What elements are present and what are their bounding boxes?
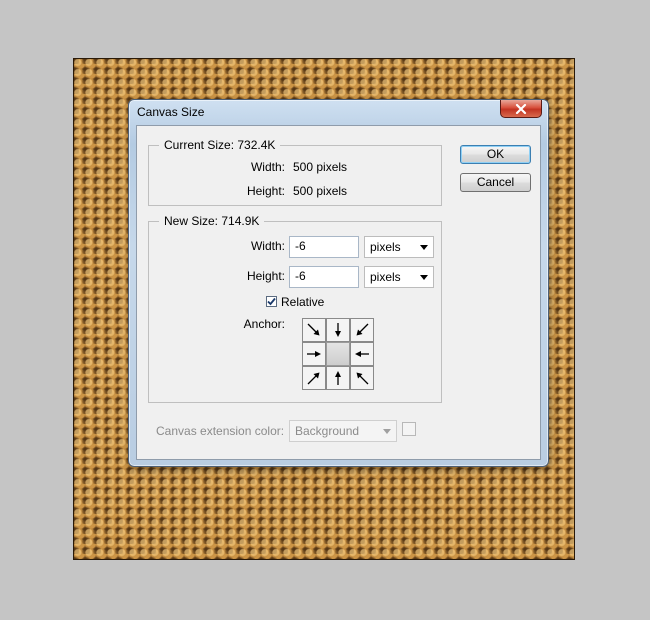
arrow-down-icon	[335, 323, 341, 337]
anchor-bottom-right[interactable]	[350, 366, 374, 390]
close-icon	[515, 103, 527, 114]
arrow-up-right-icon	[307, 372, 320, 385]
new-height-unit-select[interactable]: pixels	[364, 266, 434, 288]
anchor-middle-left[interactable]	[302, 342, 326, 366]
anchor-grid	[302, 318, 374, 390]
new-height-input[interactable]: -6	[289, 266, 359, 288]
extension-color-select[interactable]: Background	[289, 420, 397, 442]
dialog-title: Canvas Size	[137, 105, 205, 119]
checkmark-icon	[267, 297, 276, 306]
arrow-up-icon	[335, 371, 341, 385]
canvas-size-dialog: Canvas Size Current Size: 732.4K Width: …	[128, 99, 549, 467]
extension-color-label: Canvas extension color:	[156, 424, 285, 438]
cancel-button[interactable]: Cancel	[460, 173, 531, 192]
arrow-left-icon	[355, 351, 369, 357]
chevron-down-icon	[383, 429, 391, 434]
anchor-middle-right[interactable]	[350, 342, 374, 366]
new-size-legend: New Size: 714.9K	[159, 214, 265, 228]
extension-color-value: Background	[295, 424, 360, 438]
new-width-label: Width:	[250, 239, 285, 253]
anchor-label: Anchor:	[243, 317, 285, 331]
relative-checkbox[interactable]	[266, 296, 277, 307]
anchor-center[interactable]	[326, 342, 350, 366]
chevron-down-icon	[420, 245, 428, 250]
new-width-unit-value: pixels	[370, 240, 401, 254]
extension-color-swatch[interactable]	[402, 422, 416, 436]
new-width-unit-select[interactable]: pixels	[364, 236, 434, 258]
relative-label[interactable]: Relative	[281, 295, 324, 309]
anchor-bottom-center[interactable]	[326, 366, 350, 390]
current-width-label: Width:	[250, 160, 285, 174]
close-button[interactable]	[500, 100, 542, 118]
arrow-up-left-icon	[356, 372, 369, 385]
current-size-legend: Current Size: 732.4K	[159, 138, 281, 152]
anchor-top-right[interactable]	[350, 318, 374, 342]
current-height-value: 500 pixels	[293, 184, 348, 198]
new-width-input[interactable]: -6	[289, 236, 359, 258]
new-height-unit-value: pixels	[370, 270, 401, 284]
anchor-top-left[interactable]	[302, 318, 326, 342]
anchor-bottom-left[interactable]	[302, 366, 326, 390]
anchor-top-center[interactable]	[326, 318, 350, 342]
chevron-down-icon	[420, 275, 428, 280]
current-height-label: Height:	[246, 184, 285, 198]
dialog-client-area: Current Size: 732.4K Width: 500 pixels H…	[136, 125, 541, 460]
arrow-down-right-icon	[307, 323, 320, 336]
arrow-down-left-icon	[356, 323, 369, 336]
current-width-value: 500 pixels	[293, 160, 348, 174]
arrow-right-icon	[307, 351, 321, 357]
ok-button[interactable]: OK	[460, 145, 531, 164]
new-height-label: Height:	[246, 269, 285, 283]
